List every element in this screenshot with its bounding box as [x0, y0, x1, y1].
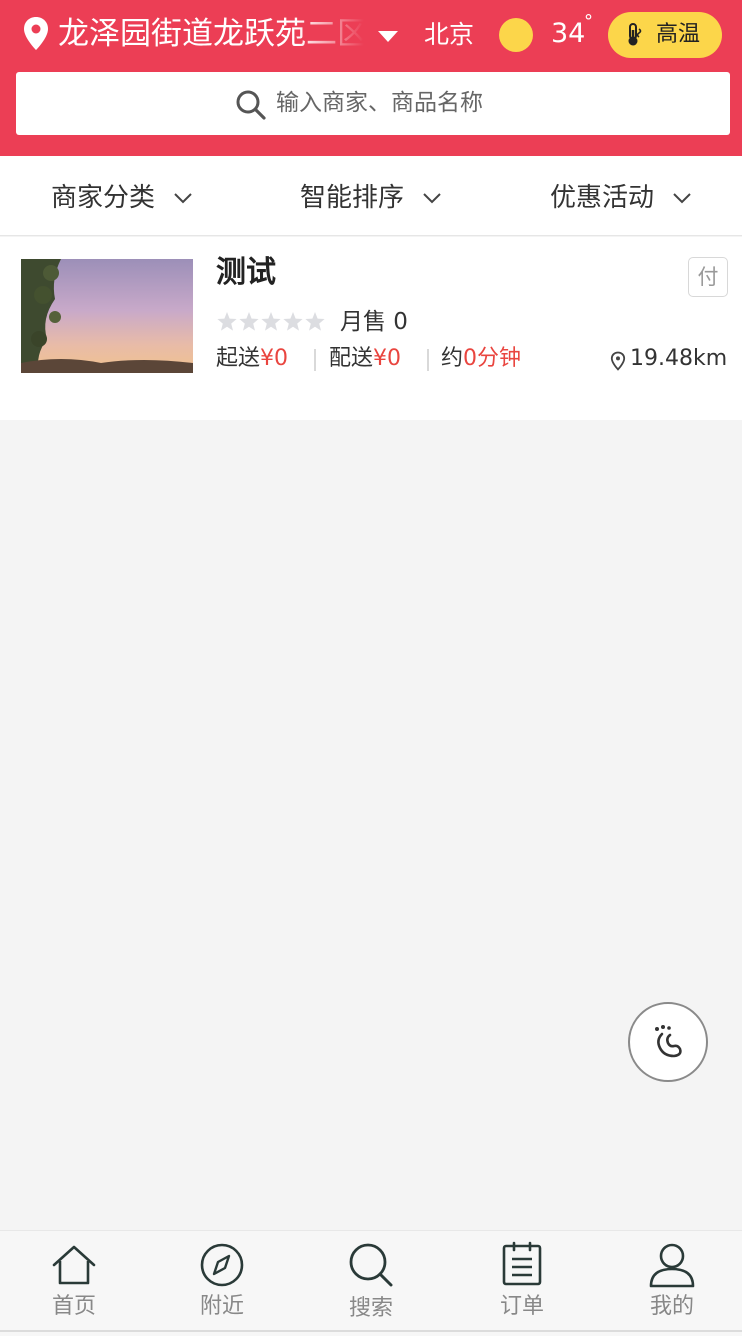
divider — [314, 349, 316, 371]
address-text[interactable]: 龙泽园街道龙跃苑二区 — [58, 12, 364, 56]
tab-label: 订单 — [499, 1294, 544, 1319]
caret-down-icon[interactable] — [376, 28, 400, 44]
location-row[interactable]: 龙泽园街道龙跃苑二区 北京 34 ° 高温 — [0, 0, 742, 70]
chevron-down-icon — [423, 193, 441, 204]
chevron-down-icon — [174, 193, 192, 204]
distance-pin-icon — [610, 351, 626, 371]
user-icon — [649, 1243, 695, 1288]
tab-home[interactable]: 首页 — [0, 1231, 148, 1331]
tab-profile[interactable]: 我的 — [598, 1231, 742, 1331]
search-input[interactable]: 输入商家、商品名称 — [16, 72, 730, 135]
min-order-value: ¥0 — [260, 346, 289, 371]
min-order: 起送¥0 — [216, 341, 288, 377]
eta-value: 0分钟 — [463, 346, 522, 371]
temperature: 34 — [551, 18, 586, 49]
shop-distance: 19.48km — [630, 346, 728, 371]
search-placeholder: 输入商家、商品名称 — [276, 90, 483, 116]
filter-sort[interactable]: 智能排序 — [300, 156, 450, 236]
shop-list-item[interactable]: 测试 付 月售 0 起送¥0 配送¥0 约0分钟 19.48km — [0, 237, 742, 420]
delivery-fee-label: 配送 — [329, 346, 374, 371]
min-order-label: 起送 — [216, 346, 261, 371]
top-header: 龙泽园街道龙跃苑二区 北京 34 ° 高温 输入商家、商品名称 — [0, 0, 742, 156]
filter-category[interactable]: 商家分类 — [51, 156, 201, 236]
order-list-icon — [502, 1241, 542, 1286]
filter-label: 智能排序 — [300, 183, 405, 213]
filter-label: 优惠活动 — [550, 183, 655, 213]
search-icon — [236, 90, 266, 120]
filter-bar: 商家分类 智能排序 优惠活动 — [0, 156, 742, 236]
filter-promotion[interactable]: 优惠活动 — [550, 156, 700, 236]
compass-icon — [200, 1243, 244, 1287]
monthly-sales: 月售 0 — [340, 309, 408, 335]
star-icon — [283, 312, 303, 331]
filter-label: 商家分类 — [51, 183, 156, 213]
rating-stars — [217, 312, 325, 331]
tab-label: 我的 — [649, 1294, 694, 1319]
sun-icon — [499, 18, 533, 52]
star-icon — [239, 312, 259, 331]
online-pay-badge: 付 — [688, 257, 728, 297]
tab-label: 附近 — [199, 1294, 244, 1319]
divider — [427, 349, 429, 371]
tab-orders[interactable]: 订单 — [448, 1231, 596, 1331]
delivery-eta: 约0分钟 — [441, 341, 521, 377]
search-icon — [349, 1243, 393, 1287]
tab-label: 搜索 — [348, 1296, 393, 1321]
star-icon — [261, 312, 281, 331]
thermometer-icon — [628, 23, 642, 46]
weather-alert-badge[interactable]: 高温 — [608, 12, 722, 58]
home-icon — [52, 1245, 96, 1285]
star-icon — [305, 312, 325, 331]
tab-search[interactable]: 搜索 — [297, 1231, 445, 1331]
bottom-tabbar: 首页 附近 搜索 订单 我的 — [0, 1230, 742, 1336]
shop-name: 测试 — [216, 255, 276, 290]
tab-label: 首页 — [51, 1294, 96, 1319]
footprint-button[interactable] — [628, 1002, 708, 1082]
footprint-icon — [655, 1025, 682, 1058]
temperature-unit: ° — [584, 11, 593, 32]
shop-thumbnail — [21, 259, 193, 373]
weather-alert-label: 高温 — [656, 22, 701, 47]
location-pin-icon — [24, 17, 48, 50]
tab-nearby[interactable]: 附近 — [148, 1231, 296, 1331]
star-icon — [217, 312, 237, 331]
city-name: 北京 — [424, 20, 475, 49]
delivery-fee: 配送¥0 — [329, 341, 401, 377]
home-indicator-line — [0, 1330, 742, 1332]
delivery-fee-value: ¥0 — [373, 346, 402, 371]
eta-prefix: 约 — [441, 346, 464, 371]
chevron-down-icon — [673, 193, 691, 204]
